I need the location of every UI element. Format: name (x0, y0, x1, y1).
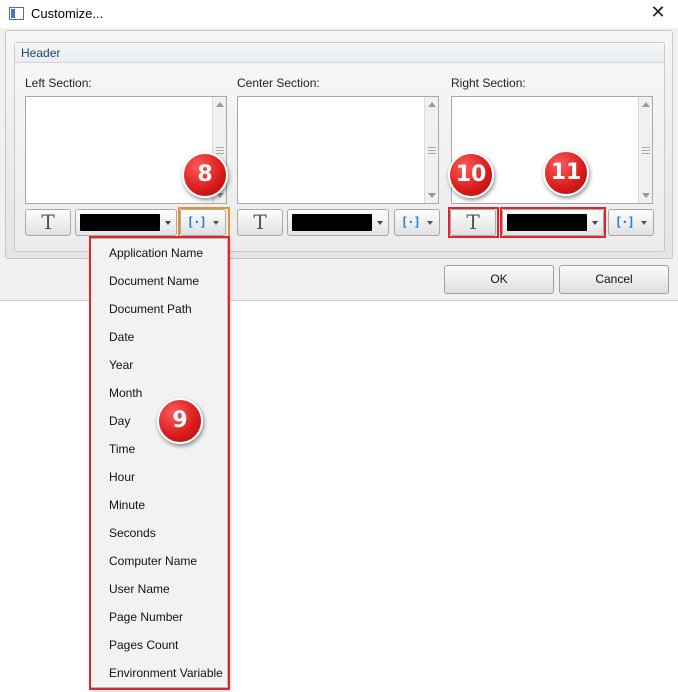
highlight-variable-menu (89, 236, 230, 690)
right-variable-button[interactable]: [·] (608, 209, 654, 236)
right-section-label: Right Section: (451, 76, 526, 90)
center-font-button[interactable]: T (237, 209, 283, 236)
ok-button[interactable]: OK (444, 265, 554, 294)
chevron-down-icon (641, 221, 647, 225)
callout-10: 10 (448, 152, 494, 198)
center-variable-button[interactable]: [·] (394, 209, 440, 236)
variable-icon: [·] (615, 215, 635, 229)
window-title: Customize... (31, 6, 104, 21)
chevron-down-icon (427, 221, 433, 225)
center-section-textarea[interactable] (237, 96, 439, 204)
callout-8: 8 (182, 152, 228, 198)
scroll-up-icon[interactable] (216, 102, 224, 107)
scroll-down-icon[interactable] (428, 193, 436, 198)
center-section-label: Center Section: (237, 76, 320, 90)
left-color-combo[interactable] (75, 209, 177, 236)
left-section-label: Left Section: (25, 76, 92, 90)
left-font-button[interactable]: T (25, 209, 71, 236)
highlight-variable-button (178, 207, 230, 238)
center-scrollbar[interactable] (424, 97, 438, 203)
center-color-combo[interactable] (287, 209, 389, 236)
right-scrollbar[interactable] (638, 97, 652, 203)
cancel-button[interactable]: Cancel (559, 265, 669, 294)
chevron-down-icon (377, 221, 383, 225)
group-title: Header (21, 46, 61, 60)
scroll-up-icon[interactable] (428, 102, 436, 107)
color-swatch (292, 214, 372, 231)
color-swatch (80, 214, 160, 231)
title-bar: Customize... ✕ (0, 0, 678, 28)
group-header: Header (15, 43, 664, 63)
callout-11: 11 (543, 150, 589, 196)
close-icon[interactable]: ✕ (646, 2, 670, 24)
chevron-down-icon (165, 221, 171, 225)
highlight-font-button (448, 207, 499, 238)
callout-9: 9 (157, 398, 203, 444)
scroll-grip-icon[interactable] (216, 147, 224, 154)
highlight-color-combo (500, 207, 606, 238)
variable-icon: [·] (401, 215, 421, 229)
scroll-grip-icon[interactable] (428, 147, 436, 154)
scroll-grip-icon[interactable] (642, 147, 650, 154)
scroll-up-icon[interactable] (642, 102, 650, 107)
scroll-down-icon[interactable] (642, 193, 650, 198)
window-icon (9, 7, 24, 20)
